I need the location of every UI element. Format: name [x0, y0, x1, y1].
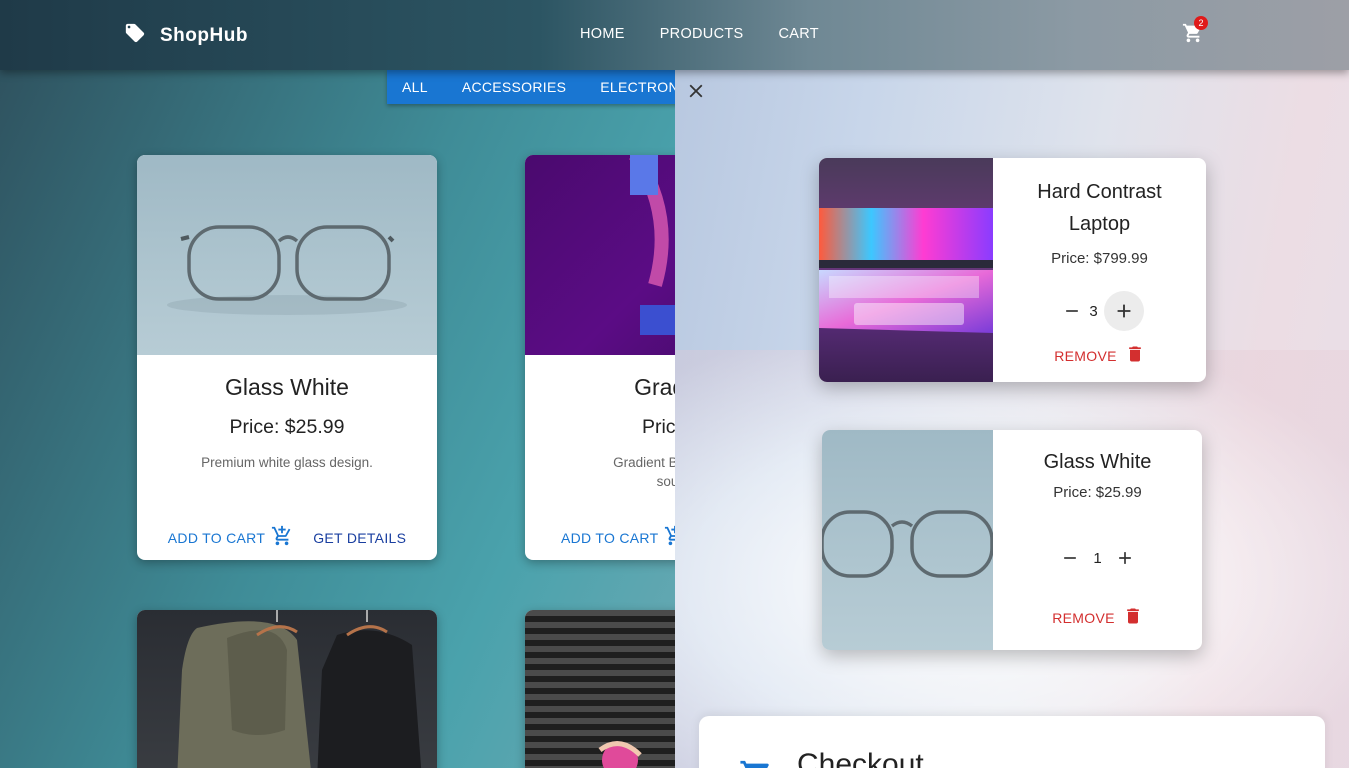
- add-to-cart-label: ADD TO CART: [561, 529, 659, 546]
- shopping-cart-icon: [739, 758, 773, 768]
- cart-item-info: Hard Contrast Laptop Price: $799.99 3 RE…: [993, 158, 1206, 382]
- cart-item-title: Glass White: [1043, 451, 1152, 473]
- product-image[interactable]: [137, 610, 437, 768]
- cart-item-price: Price: $799.99: [1051, 250, 1148, 267]
- nav-home[interactable]: HOME: [580, 26, 625, 42]
- quantity-stepper: 1: [993, 547, 1202, 569]
- trash-icon: [1125, 343, 1145, 368]
- product-card: [137, 610, 437, 768]
- tab-electronics[interactable]: ELECTRON: [600, 79, 679, 95]
- quantity-value: 3: [1089, 302, 1098, 320]
- cart-item: Glass White Price: $25.99 1 REMOVE: [822, 430, 1202, 650]
- increase-quantity-button[interactable]: [1114, 547, 1136, 569]
- plus-icon: [1117, 304, 1131, 318]
- brand[interactable]: ShopHub: [124, 22, 248, 49]
- remove-label: REMOVE: [1054, 347, 1117, 364]
- checkout-title: Checkout: [797, 748, 924, 768]
- add-to-cart-button[interactable]: ADD TO CART: [561, 525, 686, 550]
- product-description: Premium white glass design.: [201, 455, 373, 470]
- product-card: Glass White Price: $25.99 Premium white …: [137, 155, 437, 560]
- cart-item-image: [822, 430, 993, 650]
- cart-item-title: Hard Contrast Laptop: [993, 176, 1206, 240]
- product-price: Price: $25.99: [229, 416, 345, 438]
- cart-button[interactable]: 2: [1182, 16, 1208, 48]
- brand-name: ShopHub: [160, 24, 248, 46]
- tag-icon: [124, 22, 146, 49]
- add-to-cart-button[interactable]: ADD TO CART: [168, 525, 293, 550]
- add-shopping-cart-icon: [271, 525, 293, 550]
- cart-item-price: Price: $25.99: [1053, 484, 1142, 501]
- checkout-panel[interactable]: Checkout: [699, 716, 1325, 768]
- app-bar: ShopHub HOME PRODUCTS CART 2: [0, 0, 1349, 70]
- add-to-cart-label: ADD TO CART: [167, 529, 266, 546]
- cart-item-title-line: Laptop: [1068, 213, 1131, 235]
- category-tabs: ALL ACCESSORIES ELECTRON: [387, 70, 707, 104]
- main-nav: HOME PRODUCTS CART: [580, 26, 819, 42]
- cart-item: Hard Contrast Laptop Price: $799.99 3 RE…: [819, 158, 1206, 382]
- cart-item-image: [819, 158, 993, 382]
- remove-button[interactable]: REMOVE: [993, 605, 1202, 630]
- product-image[interactable]: [137, 155, 437, 355]
- tab-all[interactable]: ALL: [402, 79, 428, 95]
- trash-icon: [1123, 605, 1143, 630]
- nav-cart[interactable]: CART: [778, 26, 818, 42]
- tab-accessories[interactable]: ACCESSORIES: [462, 79, 566, 95]
- product-actions: ADD TO CART GET DETAILS: [137, 525, 437, 550]
- cart-count-badge: 2: [1194, 16, 1208, 30]
- cart-item-info: Glass White Price: $25.99 1 REMOVE: [993, 430, 1202, 650]
- shopping-cart-icon: [1182, 23, 1204, 48]
- minus-icon: [1066, 310, 1079, 312]
- quantity-value: 1: [1093, 549, 1102, 567]
- close-icon[interactable]: [685, 80, 707, 102]
- decrease-quantity-button[interactable]: [1059, 547, 1081, 569]
- remove-button[interactable]: REMOVE: [993, 343, 1206, 368]
- plus-icon: [1118, 552, 1131, 564]
- get-details-button[interactable]: GET DETAILS: [313, 530, 406, 546]
- decrease-quantity-button[interactable]: [1061, 300, 1083, 322]
- minus-icon: [1064, 557, 1077, 559]
- product-title: Glass White: [225, 374, 349, 400]
- increase-quantity-button[interactable]: [1103, 291, 1144, 331]
- nav-products[interactable]: PRODUCTS: [660, 26, 744, 42]
- quantity-stepper: 3: [993, 291, 1206, 331]
- cart-drawer: Hard Contrast Laptop Price: $799.99 3 RE…: [675, 70, 1349, 768]
- cart-item-title-line: Hard Contrast: [1037, 181, 1162, 203]
- remove-label: REMOVE: [1052, 609, 1115, 626]
